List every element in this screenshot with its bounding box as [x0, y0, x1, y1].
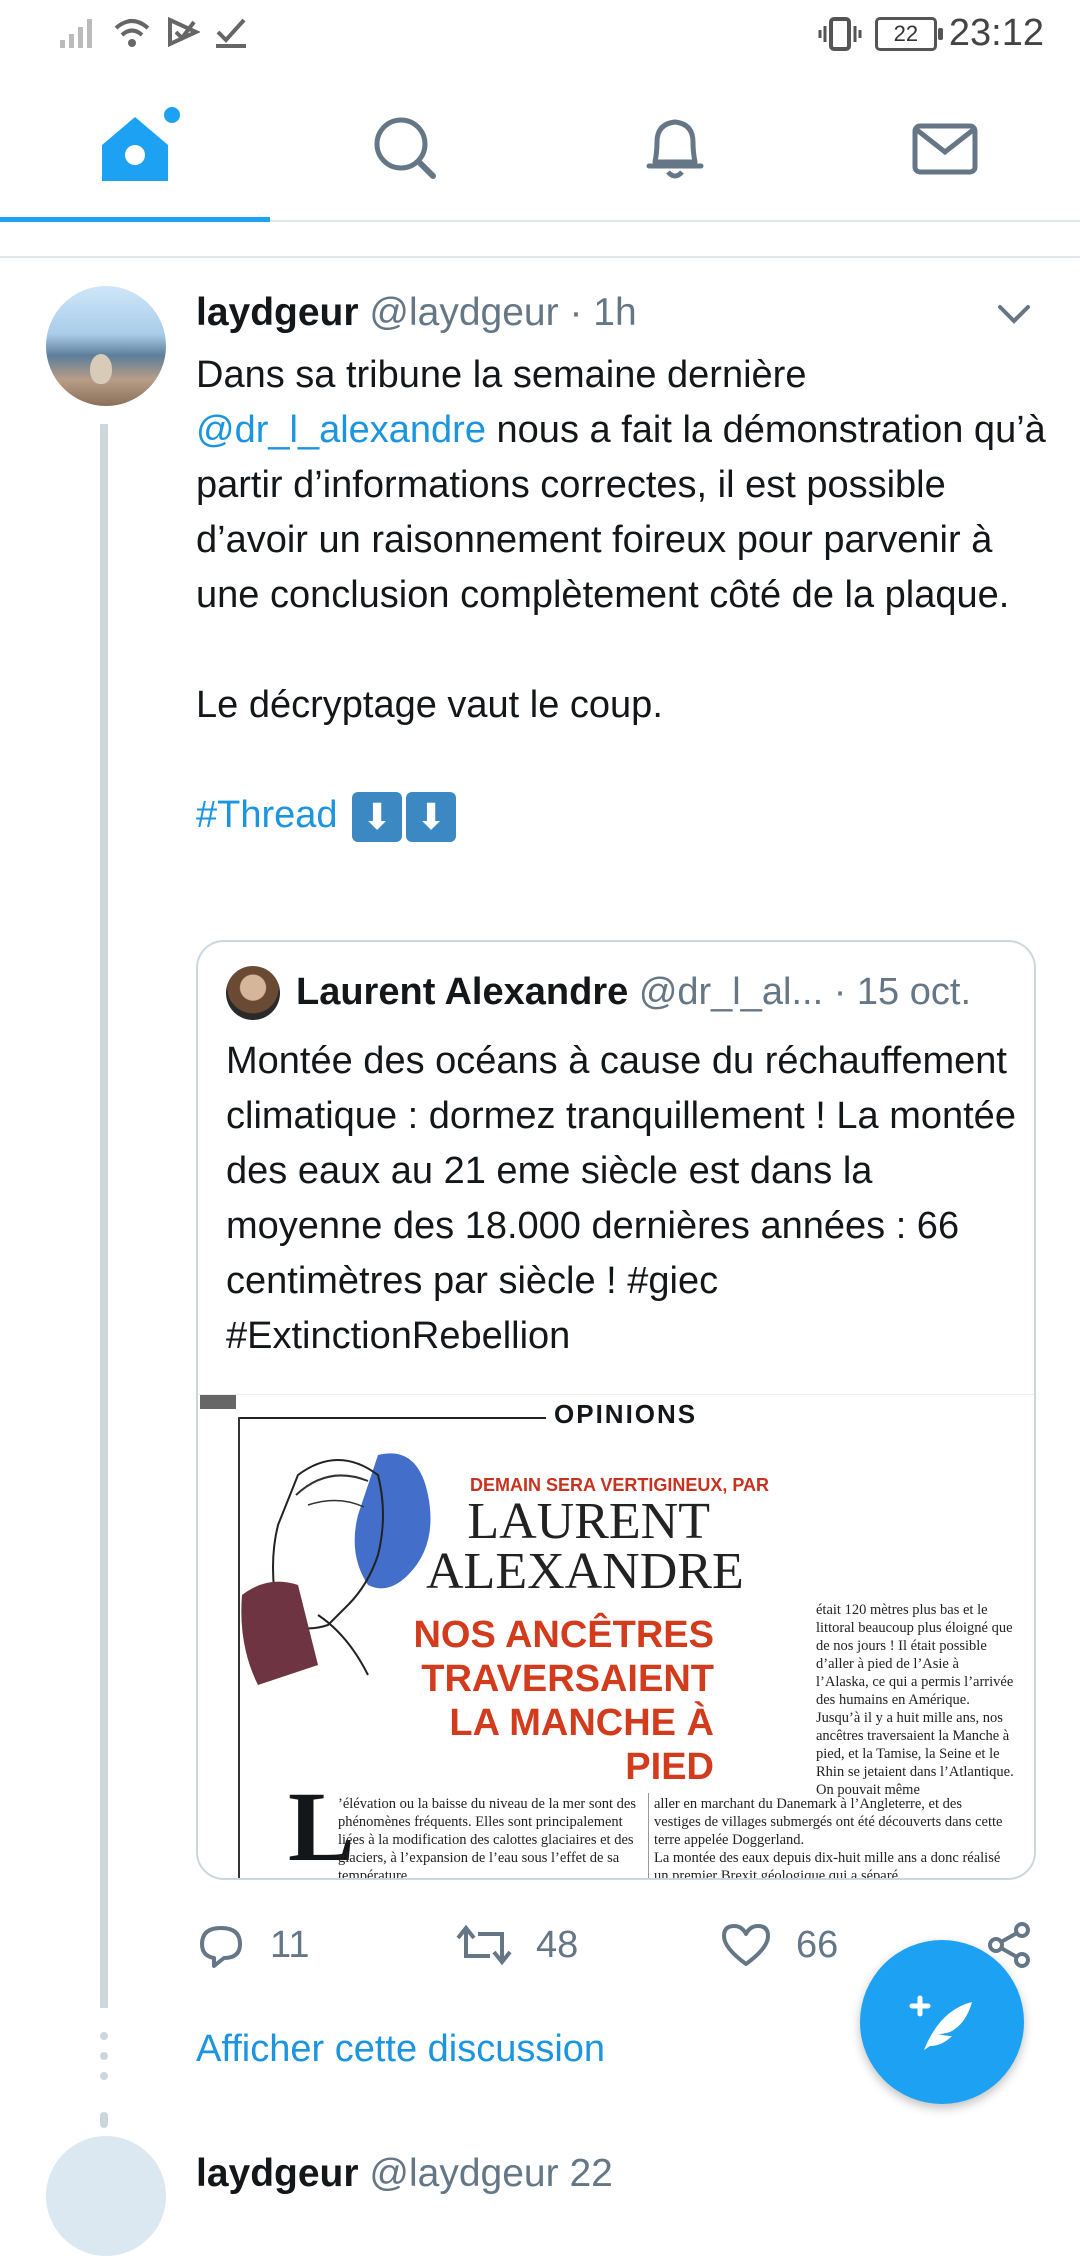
compose-feather-icon	[909, 1995, 972, 2050]
battery-icon: 22	[874, 16, 943, 51]
next-tweet-avatar[interactable]	[46, 2136, 166, 2256]
quoted-date: 15 oct.	[856, 971, 971, 1013]
home-icon	[102, 107, 180, 181]
quoted-avatar	[226, 966, 280, 1020]
show-thread-link[interactable]: Afficher cette discussion	[196, 2028, 605, 2071]
retweet-button[interactable]: 48	[456, 1920, 578, 1970]
check-icon	[216, 18, 246, 48]
clock: 23:12	[948, 12, 1044, 54]
thread-dot	[100, 2032, 108, 2040]
mention-link[interactable]: @dr_l_alexandre	[196, 409, 486, 451]
article-headline: NOS ANCÊTRES TRAVERSAIENT LA MANCHE À PI…	[413, 1614, 714, 1788]
like-button[interactable]: 66	[720, 1920, 838, 1970]
like-count: 66	[796, 1923, 839, 1966]
quoted-header: Laurent Alexandre @dr_l_al... · 15 oct.	[296, 962, 971, 1022]
down-arrow-emoji: ⬇	[406, 791, 457, 842]
tweet[interactable]: laydgeur @laydgeur · 1h Dans sa tribune …	[0, 256, 1080, 2256]
thread-dot	[100, 2112, 108, 2128]
quoted-image[interactable]: OPINIONS DEMAIN SERA VERTIGINEUX, PAR LA…	[198, 1394, 1034, 1879]
avatar[interactable]	[46, 286, 166, 406]
article-author: LAURENT ALEXANDRE	[426, 1493, 744, 1600]
author-name[interactable]: laydgeur	[196, 291, 359, 334]
tab-notifications[interactable]	[540, 76, 810, 220]
tweet-header: laydgeur @laydgeur · 1h	[196, 286, 637, 340]
tab-messages[interactable]	[810, 76, 1080, 220]
thread-dot	[100, 2072, 108, 2080]
heart-icon	[722, 1924, 770, 1966]
hashtag-link[interactable]: #Thread	[196, 794, 338, 836]
article-column-1: ’élévation ou la baisse du niveau de la …	[338, 1796, 636, 1879]
thread-dot	[100, 2052, 108, 2060]
tweet-menu-button[interactable]	[996, 302, 1032, 331]
previous-tweet-edge	[0, 220, 1080, 258]
chevron-down-icon	[998, 305, 1030, 324]
reply-icon	[200, 1926, 242, 1968]
next-author-handle: @laydgeur	[369, 2152, 559, 2195]
article-column-2: aller en marchant du Danemark à l’Anglet…	[654, 1796, 1003, 1879]
author-handle[interactable]: @laydgeur	[369, 291, 558, 334]
quoted-author-name: Laurent Alexandre	[296, 971, 629, 1013]
quoted-tweet[interactable]: Laurent Alexandre @dr_l_al... · 15 oct. …	[196, 940, 1036, 1880]
tab-home[interactable]	[0, 76, 270, 222]
text-paragraph: Le décryptage vaut le coup.	[196, 684, 663, 726]
article-column-3: était 120 mètres plus bas et le littoral…	[816, 1602, 1014, 1798]
top-tab-bar	[0, 76, 1080, 222]
bell-icon	[646, 119, 704, 179]
tweet-text: Dans sa tribune la semaine dernière @dr_l…	[196, 348, 1056, 843]
next-author-name: laydgeur	[196, 2152, 359, 2195]
reply-button[interactable]: 11	[196, 1920, 309, 1970]
status-icons-right: 22 23:12	[817, 12, 1044, 55]
quoted-author-handle: @dr_l_al...	[638, 971, 824, 1013]
quoted-text: Montée des océans à cause du réchauffeme…	[226, 1040, 1016, 1357]
section-rule	[238, 1417, 546, 1419]
reply-count: 11	[270, 1923, 310, 1966]
next-tweet-header: laydgeur @laydgeur 22	[196, 2152, 613, 2196]
vibrate-icon	[818, 16, 862, 51]
next-tweet-time: 22	[569, 2152, 613, 2195]
thread-line	[100, 424, 108, 2008]
retweet-count: 48	[536, 1923, 579, 1966]
separator: ·	[833, 971, 847, 1013]
status-bar: 22 23:12	[0, 0, 1080, 76]
retweet-icon	[456, 1924, 512, 1966]
signal-icon	[60, 19, 92, 48]
tab-search[interactable]	[270, 76, 540, 220]
avatar-stone	[90, 354, 112, 384]
wifi-icon	[114, 19, 150, 47]
section-label: OPINIONS	[554, 1399, 698, 1429]
separator: ·	[569, 291, 583, 334]
image-corner-mark	[200, 1395, 236, 1409]
status-icons-left	[58, 14, 248, 50]
text-part: Dans sa tribune la semaine dernière	[196, 354, 807, 396]
send-check-icon	[168, 16, 200, 48]
mail-icon	[912, 123, 978, 175]
down-arrow-emoji: ⬇	[352, 791, 403, 842]
column-divider	[648, 1793, 649, 1878]
search-icon	[374, 117, 436, 179]
compose-tweet-button[interactable]	[860, 1940, 1024, 2104]
tweet-time[interactable]: 1h	[593, 291, 636, 334]
